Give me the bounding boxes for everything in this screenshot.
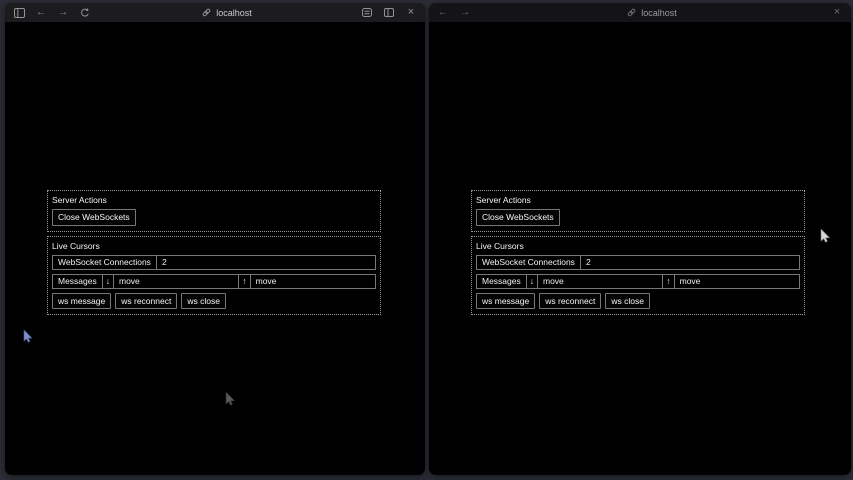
close-websockets-button[interactable]: Close WebSockets	[476, 209, 560, 226]
server-actions-title: Server Actions	[476, 195, 800, 205]
sidebar-toggle-icon[interactable]	[13, 7, 25, 19]
connections-row: WebSocket Connections 2	[52, 255, 376, 270]
outgoing-message-value: move	[675, 275, 799, 288]
down-arrow-icon: ↓	[527, 275, 538, 288]
panels-container: Server Actions Close WebSockets Live Cur…	[47, 190, 381, 319]
connections-label: WebSocket Connections	[53, 256, 157, 269]
address-title: localhost	[625, 7, 677, 19]
live-cursors-title: Live Cursors	[476, 241, 800, 251]
forward-icon[interactable]: →	[459, 7, 471, 19]
menu-box-icon[interactable]	[361, 7, 373, 19]
connections-value: 2	[157, 256, 375, 269]
link-icon	[200, 7, 212, 19]
window-title: localhost	[641, 8, 677, 18]
split-view-icon[interactable]	[383, 7, 395, 19]
incoming-message-value: move	[538, 275, 663, 288]
server-actions-panel: Server Actions Close WebSockets	[47, 190, 381, 232]
messages-label: Messages	[477, 275, 527, 288]
ws-close-button[interactable]: ws close	[605, 293, 650, 310]
ws-message-button[interactable]: ws message	[52, 293, 111, 310]
server-actions-panel: Server Actions Close WebSockets	[471, 190, 805, 232]
ws-reconnect-button[interactable]: ws reconnect	[539, 293, 601, 310]
panels-container: Server Actions Close WebSockets Live Cur…	[471, 190, 805, 319]
titlebar-right-controls: ×	[252, 7, 417, 19]
up-arrow-icon: ↑	[239, 275, 250, 288]
titlebar-left-controls: ← →	[13, 7, 200, 19]
live-cursors-title: Live Cursors	[52, 241, 376, 251]
page-content: Server Actions Close WebSockets Live Cur…	[5, 22, 425, 475]
desktop-background: ← → loca	[0, 0, 853, 480]
connections-value: 2	[581, 256, 799, 269]
page-content: Server Actions Close WebSockets Live Cur…	[429, 22, 851, 475]
ws-buttons-row: ws message ws reconnect ws close	[52, 293, 376, 310]
browser-window-left: ← → loca	[5, 3, 425, 475]
down-arrow-icon: ↓	[103, 275, 114, 288]
connections-row: WebSocket Connections 2	[476, 255, 800, 270]
live-cursors-panel: Live Cursors WebSocket Connections 2 Mes…	[47, 236, 381, 316]
close-icon[interactable]: ×	[831, 7, 843, 19]
link-icon	[625, 7, 637, 19]
titlebar-left-controls: ← →	[437, 7, 625, 19]
live-cursors-panel: Live Cursors WebSocket Connections 2 Mes…	[471, 236, 805, 316]
ws-reconnect-button[interactable]: ws reconnect	[115, 293, 177, 310]
ws-close-button[interactable]: ws close	[181, 293, 226, 310]
ws-message-button[interactable]: ws message	[476, 293, 535, 310]
incoming-message-value: move	[114, 275, 239, 288]
browser-window-right: ← → localhost ×	[429, 3, 851, 475]
ws-buttons-row: ws message ws reconnect ws close	[476, 293, 800, 310]
back-icon[interactable]: ←	[35, 7, 47, 19]
close-websockets-button[interactable]: Close WebSockets	[52, 209, 136, 226]
messages-label: Messages	[53, 275, 103, 288]
forward-icon[interactable]: →	[57, 7, 69, 19]
titlebar: ← → localhost ×	[429, 3, 851, 22]
up-arrow-icon: ↑	[663, 275, 674, 288]
window-title: localhost	[216, 8, 252, 18]
titlebar-right-controls: ×	[677, 7, 843, 19]
connections-label: WebSocket Connections	[477, 256, 581, 269]
server-actions-title: Server Actions	[52, 195, 376, 205]
messages-row: Messages ↓ move ↑ move	[52, 274, 376, 289]
titlebar: ← → loca	[5, 3, 425, 22]
messages-row: Messages ↓ move ↑ move	[476, 274, 800, 289]
outgoing-message-value: move	[251, 275, 375, 288]
address-title: localhost	[200, 7, 252, 19]
back-icon[interactable]: ←	[437, 7, 449, 19]
close-icon[interactable]: ×	[405, 7, 417, 19]
reload-icon[interactable]	[79, 7, 91, 19]
